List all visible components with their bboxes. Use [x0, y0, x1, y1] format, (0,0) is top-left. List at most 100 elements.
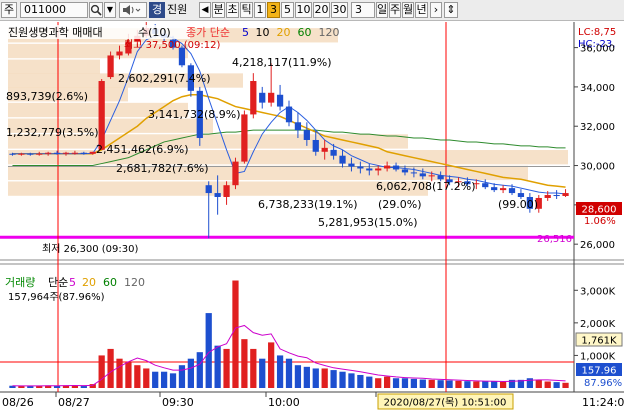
candle-body	[107, 55, 114, 78]
interval-1-button[interactable]: 1	[254, 2, 266, 18]
dropdown-arrow-icon[interactable]: ▼	[104, 2, 116, 18]
candle-body	[62, 152, 70, 154]
profile-label: 3,141,732(8.9%)	[148, 108, 241, 121]
candle-body	[553, 195, 560, 197]
price-tick-label: 36,000	[580, 44, 615, 55]
candle-body	[544, 195, 551, 198]
candle-body	[214, 193, 221, 197]
volume-bar	[392, 378, 400, 388]
candle-body	[312, 139, 319, 152]
candle-body	[562, 193, 569, 197]
volume-legend-item: 60	[103, 276, 117, 289]
period-minute-tab[interactable]: 분	[212, 2, 225, 18]
speaker-icon[interactable]	[119, 2, 147, 18]
interval-10-button[interactable]: 10	[295, 2, 312, 18]
profile-label: 2,602,291(7.4%)	[118, 72, 211, 85]
profile-band	[8, 59, 100, 74]
candle-body	[366, 168, 373, 171]
year-tab[interactable]: 년	[415, 2, 428, 18]
candle-body	[89, 151, 96, 154]
current-price-tag: 28,600	[582, 205, 617, 216]
price-legend-item: 종가 단순	[186, 26, 230, 39]
stock-chart[interactable]: 진원생명과학 매매대 수(10) 종가 단순 5 10 20 60 120 LC:8,75…	[0, 18, 624, 413]
volume-bar	[401, 378, 409, 388]
candle-body	[348, 163, 355, 167]
prev-tab-button[interactable]: ◀	[199, 2, 211, 18]
candle-body	[339, 155, 346, 164]
interval-5-button[interactable]: 5	[281, 2, 294, 18]
volume-bar	[375, 378, 382, 388]
profile-label: 4,218,117(11.9%)	[232, 56, 332, 69]
volume-bar	[446, 380, 453, 388]
stock-code-input[interactable]: 011000	[20, 2, 88, 18]
chart-area[interactable]: 진원생명과학 매매대 수(10) 종가 단순 5 10 20 60 120 LC:8,75…	[0, 18, 624, 413]
volume-tick-label: 1,000K	[580, 351, 616, 362]
candle-body	[250, 81, 257, 115]
day-tab[interactable]: 일	[376, 2, 388, 18]
volume-legend-item: 120	[124, 276, 145, 289]
volume-bar	[143, 368, 150, 388]
candle-body	[499, 188, 507, 191]
price-legend-item: 5	[242, 26, 249, 39]
menu-button[interactable]: 주	[1, 2, 17, 18]
week-tab[interactable]: 주	[389, 2, 401, 18]
profile-label: 2,681,782(7.6%)	[116, 162, 209, 175]
volume-bar	[357, 374, 364, 388]
volume-bar	[196, 352, 203, 388]
candle-body	[71, 152, 79, 154]
candle-body	[437, 175, 444, 180]
candle-body	[259, 92, 266, 103]
volume-bar	[491, 381, 498, 388]
candle-body	[419, 173, 426, 177]
volume-bar	[553, 382, 560, 388]
candle-body	[223, 185, 230, 197]
last-volume: 157,964주(87.96%)	[8, 292, 105, 303]
candle-body	[53, 152, 61, 154]
candle-body	[384, 165, 391, 169]
candle-body	[428, 175, 435, 177]
volume-bar	[169, 373, 177, 388]
volume-bar	[544, 381, 551, 388]
candle-body	[18, 153, 25, 155]
volume-tick-label: 2,000K	[580, 319, 616, 330]
candle-body	[357, 166, 364, 169]
volume-bar	[455, 380, 462, 388]
search-icon[interactable]	[89, 2, 103, 18]
candle-body	[491, 187, 498, 191]
lc-label: LC:8,75	[578, 27, 616, 38]
low-price-label: 26,516	[537, 234, 572, 245]
interval-30-button[interactable]: 30	[331, 2, 348, 18]
price-tick-label: 26,000	[580, 240, 615, 251]
price-legend-item: 120	[319, 26, 340, 39]
period-second-tab[interactable]: 초	[226, 2, 239, 18]
volume-bar	[187, 358, 194, 388]
volume-bar	[464, 381, 471, 388]
volume-legend-item: 5	[69, 276, 76, 289]
volume-legend-item: 단순	[48, 276, 68, 289]
volume-panel-title: 거래량	[5, 276, 35, 289]
candle-body	[517, 193, 525, 197]
price-panel-title: 진원생명과학 매매대	[8, 26, 103, 39]
candle-body	[321, 147, 328, 152]
next-arrow-icon[interactable]: ›	[430, 2, 442, 18]
period-tick-tab[interactable]: 틱	[240, 2, 253, 18]
volume-tick-label: 3,000K	[580, 286, 616, 297]
period-value-select[interactable]: 3	[351, 2, 375, 18]
candle-body	[303, 130, 310, 140]
candle-body	[508, 188, 516, 194]
month-tab[interactable]: 월	[402, 2, 414, 18]
updown-arrow-icon[interactable]: ⇕	[444, 2, 458, 18]
volume-bar	[562, 382, 569, 388]
candle-body	[45, 152, 52, 154]
candle-body	[285, 106, 293, 123]
price-legend-item: 60	[298, 26, 312, 39]
price-tick-label: 30,000	[580, 162, 615, 173]
price-tick-label: 32,000	[580, 122, 615, 133]
time-tick-label: 08/26	[2, 396, 34, 409]
volume-bar	[232, 280, 239, 388]
candle-body	[241, 114, 248, 162]
volume-bar	[268, 342, 275, 388]
interval-3-button[interactable]: 3	[267, 2, 280, 18]
volume-bar	[259, 358, 266, 388]
interval-20-button[interactable]: 20	[313, 2, 330, 18]
